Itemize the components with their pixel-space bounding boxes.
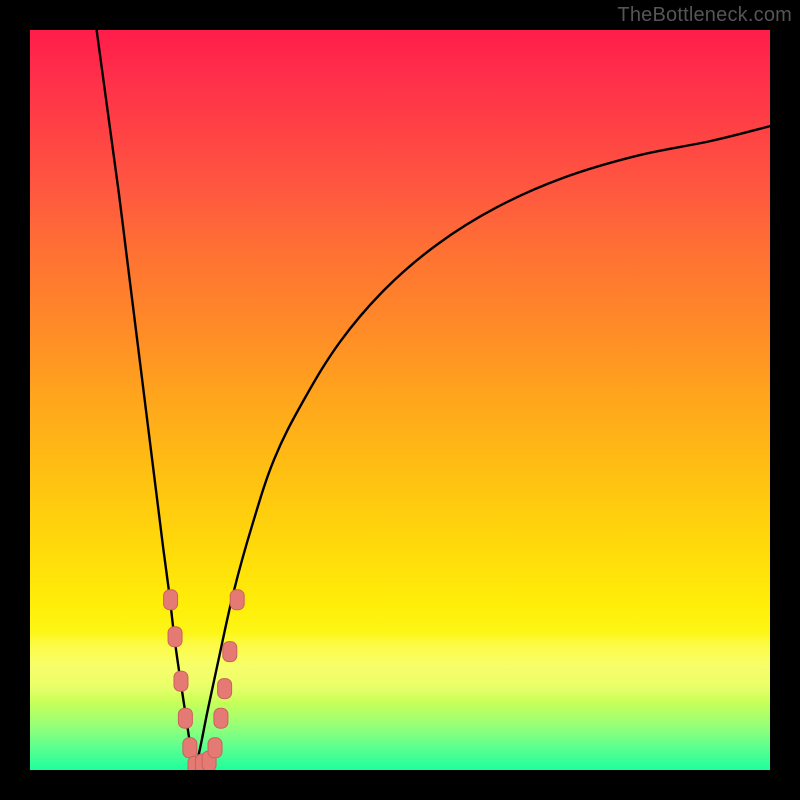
chart-frame: TheBottleneck.com — [0, 0, 800, 800]
data-marker — [208, 738, 222, 758]
data-marker — [164, 590, 178, 610]
data-marker — [214, 708, 228, 728]
data-marker — [223, 642, 237, 662]
data-marker — [174, 671, 188, 691]
data-marker — [183, 738, 197, 758]
watermark-text: TheBottleneck.com — [617, 4, 792, 27]
data-marker — [178, 708, 192, 728]
curve-group — [97, 30, 770, 770]
series-left-branch — [97, 30, 195, 770]
curves-layer — [30, 30, 770, 770]
data-marker — [218, 679, 232, 699]
marker-group — [164, 590, 245, 770]
data-marker — [230, 590, 244, 610]
data-marker — [168, 627, 182, 647]
plot-area — [30, 30, 770, 770]
series-right-branch — [195, 126, 770, 770]
